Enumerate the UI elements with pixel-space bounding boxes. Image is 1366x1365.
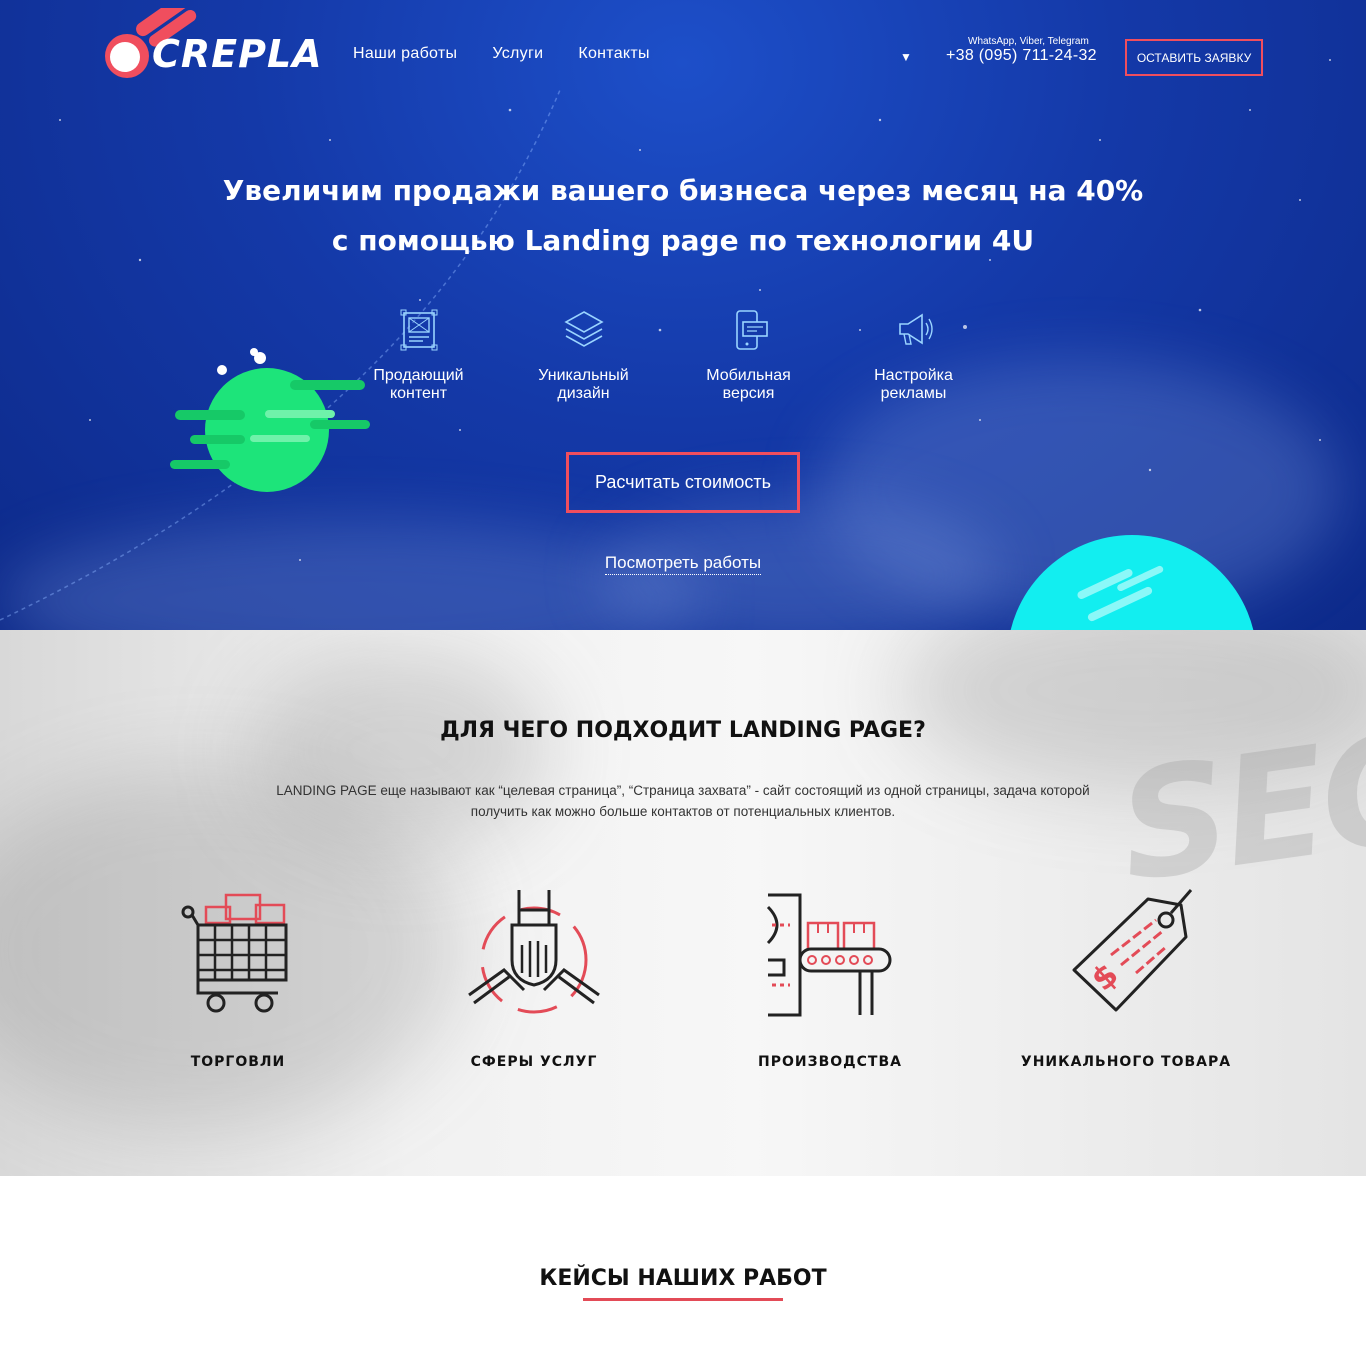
megaphone-icon [898, 313, 933, 345]
request-button[interactable]: ОСТАВИТЬ ЗАЯВКУ [1125, 39, 1263, 76]
phone-number[interactable]: +38 (095) 711-24-32 [946, 47, 1097, 65]
layers-icon [563, 311, 604, 347]
main-nav: Наши работы Услуги Контакты [353, 45, 650, 63]
messengers-label: WhatsApp, Viber, Telegram [968, 36, 1089, 47]
calculate-cost-button[interactable]: Расчитать стоимость [566, 452, 800, 513]
categories-list: ТОРГОВЛИ СФЕРЫ УСЛУГ ПРОИЗВОДСТВА $ УНИК… [90, 885, 1274, 1070]
content-icon [400, 309, 437, 351]
feature-label: контент [389, 385, 448, 402]
shopping-cart-icon [181, 893, 288, 1013]
price-tag-icon: $ [1072, 889, 1193, 1012]
hero-section: CREPLA Наши работы Услуги Контакты ▼ Wha… [0, 0, 1366, 630]
feature-label: версия [722, 385, 775, 402]
cyan-planet-decor [1010, 535, 1254, 630]
purpose-description-line: LANDING PAGE еще называют как “целевая с… [276, 783, 1090, 798]
purpose-description: LANDING PAGE еще называют как “целевая с… [200, 780, 1166, 822]
handshake-icon [468, 890, 600, 1014]
conveyor-icon [766, 893, 892, 1017]
logo-text[interactable]: CREPLA [152, 32, 323, 76]
purpose-description-line: получить как можно больше контактов от п… [470, 804, 896, 819]
hero-title: Увеличим продажи вашего бизнеса через ме… [0, 166, 1366, 266]
category-item: ПРОИЗВОДСТВА [682, 885, 978, 1070]
features-list: Продающий контент Уникальный дизайн Моби… [336, 308, 996, 403]
mobile-icon [735, 310, 768, 350]
feature-label: дизайн [557, 385, 610, 402]
feature-item: Продающий контент [336, 308, 501, 403]
category-label: СФЕРЫ УСЛУГ [470, 1054, 598, 1070]
feature-label: Мобильная [706, 367, 791, 384]
feature-label: Уникальный [538, 367, 629, 384]
feature-label: Настройка [874, 367, 953, 384]
feature-label: Продающий [373, 367, 464, 384]
nav-item-contacts[interactable]: Контакты [578, 45, 650, 63]
category-item: $ УНИКАЛЬНОГО ТОВАРА [978, 885, 1274, 1070]
purpose-title: ДЛЯ ЧЕГО ПОДХОДИТ LANDING PAGE? [440, 718, 926, 743]
feature-item: Настройка рекламы [831, 308, 996, 403]
feature-item: Мобильная версия [666, 308, 831, 403]
feature-label: рекламы [880, 385, 947, 402]
view-works-link[interactable]: Посмотреть работы [604, 553, 762, 575]
category-label: ТОРГОВЛИ [190, 1054, 286, 1070]
cases-title-underline [583, 1298, 783, 1301]
category-label: ПРОИЗВОДСТВА [758, 1054, 902, 1070]
language-dropdown-icon[interactable]: ▼ [900, 50, 912, 64]
category-item: СФЕРЫ УСЛУГ [386, 885, 682, 1070]
category-label: УНИКАЛЬНОГО ТОВАРА [1020, 1054, 1232, 1070]
nav-item-works[interactable]: Наши работы [353, 45, 457, 63]
category-item: ТОРГОВЛИ [90, 885, 386, 1070]
nav-item-services[interactable]: Услуги [492, 45, 543, 63]
hero-title-line1: Увеличим продажи вашего бизнеса через ме… [222, 174, 1144, 207]
feature-item: Уникальный дизайн [501, 308, 666, 403]
view-works-link-wrap: Посмотреть работы [0, 553, 1366, 575]
hero-title-line2: с помощью Landing page по технологии 4U [331, 224, 1035, 257]
svg-text:$: $ [1084, 955, 1126, 998]
purpose-section: SEO ДЛЯ ЧЕГО ПОДХОДИТ LANDING PAGE? LAND… [0, 630, 1366, 1176]
cases-title: КЕЙСЫ НАШИХ РАБОТ [539, 1266, 827, 1291]
